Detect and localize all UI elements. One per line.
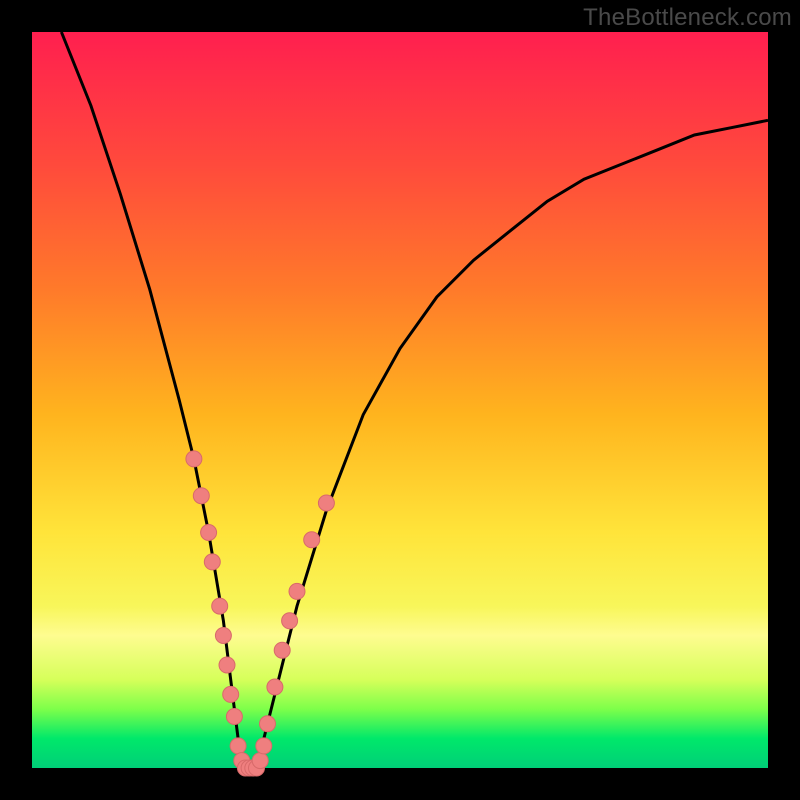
marker-dot [219,657,235,673]
marker-dot [260,716,276,732]
marker-dot [230,738,246,754]
marker-dot [212,598,228,614]
marker-dot [274,642,290,658]
bottleneck-curve [61,32,768,768]
marker-dot [282,613,298,629]
marker-dot [201,525,217,541]
marker-dot [204,554,220,570]
marker-dot [318,495,334,511]
marker-dot [267,679,283,695]
curve-overlay [32,32,768,768]
marker-dot [193,488,209,504]
marker-dot [186,451,202,467]
marker-dot [252,753,268,769]
watermark-text: TheBottleneck.com [583,4,792,32]
marker-dot [289,583,305,599]
marker-dot [304,532,320,548]
chart-frame: TheBottleneck.com [0,0,800,800]
data-markers [186,451,335,776]
marker-dot [223,686,239,702]
marker-dot [215,628,231,644]
marker-dot [256,738,272,754]
marker-dot [226,709,242,725]
